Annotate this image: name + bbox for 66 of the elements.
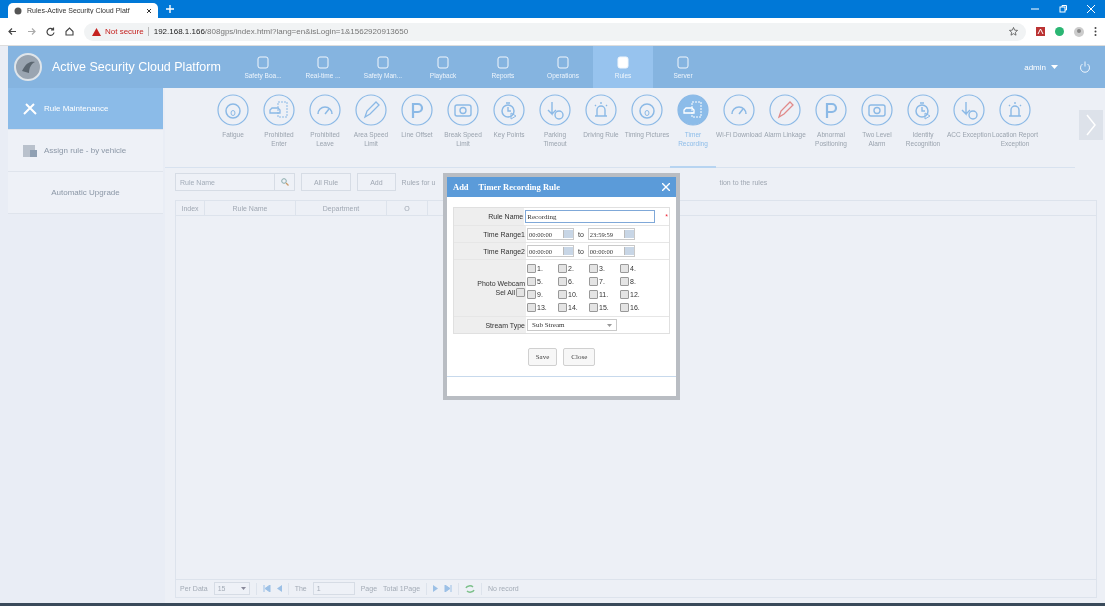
search-icon[interactable] [280, 178, 289, 186]
close-icon[interactable] [146, 7, 152, 14]
home-icon[interactable] [65, 27, 74, 36]
minimize-icon[interactable] [1031, 5, 1039, 13]
address-bar[interactable]: Not secure 192.168.1.166/808gps/index.html?lang=en&isLogin=1&1562920913650 [84, 22, 1026, 41]
previous-page-icon[interactable] [276, 585, 282, 592]
checkbox[interactable] [527, 303, 536, 312]
profile-avatar-icon[interactable] [1074, 26, 1084, 37]
checkbox[interactable] [620, 264, 629, 273]
checkbox[interactable] [558, 277, 567, 286]
dialog-title: Timer Recording Rule [478, 182, 560, 192]
forward-arrow-icon[interactable] [27, 27, 36, 36]
sidebar-item[interactable]: Automatic Upgrade [8, 172, 163, 214]
url-text: 192.168.1.166/808gps/index.html?lang=en&isLogin=1&1562920913650 [147, 27, 409, 36]
power-icon[interactable] [1079, 61, 1091, 73]
pdf-extension-icon[interactable] [1036, 27, 1045, 36]
checkbox[interactable] [527, 264, 536, 273]
security-label: Not secure [105, 27, 144, 36]
menu-icon[interactable] [1094, 27, 1097, 36]
checkbox[interactable] [527, 290, 536, 299]
checkbox[interactable] [620, 277, 629, 286]
next-page-icon[interactable] [433, 585, 439, 592]
chevron-right-icon[interactable] [1086, 114, 1096, 136]
checkbox[interactable] [527, 277, 536, 286]
checkbox[interactable] [589, 303, 598, 312]
nav-icon[interactable] [437, 55, 449, 69]
search-button[interactable] [275, 173, 295, 191]
nav-icon[interactable] [557, 55, 569, 69]
refresh-icon[interactable] [465, 584, 476, 593]
nav-icon[interactable] [617, 55, 629, 69]
caret-icon[interactable] [607, 323, 612, 327]
checkbox[interactable] [558, 290, 567, 299]
first-page-icon[interactable] [262, 585, 271, 592]
next-page-button[interactable] [1079, 110, 1103, 140]
logo-icon [14, 53, 42, 81]
checkbox[interactable] [558, 303, 567, 312]
restore-icon[interactable] [1059, 5, 1067, 13]
back-arrow-icon[interactable] [8, 27, 17, 36]
checkbox[interactable] [558, 264, 567, 273]
nav-icon[interactable] [317, 55, 329, 69]
checkbox[interactable] [620, 303, 629, 312]
checkbox[interactable] [589, 290, 598, 299]
vehicle-list-icon[interactable] [22, 143, 38, 158]
nav-icon[interactable] [677, 55, 689, 69]
reload-icon[interactable] [46, 27, 55, 36]
app-title: Active Security Cloud Platform [52, 60, 221, 74]
last-page-icon[interactable] [444, 585, 453, 592]
star-icon[interactable] [1009, 27, 1018, 36]
new-tab-icon[interactable] [166, 5, 174, 13]
checkbox[interactable] [589, 264, 598, 273]
checkbox[interactable] [589, 277, 598, 286]
caret-icon[interactable] [240, 587, 246, 590]
sidebar-item[interactable]: Assign rule - by vehicle [8, 130, 163, 172]
caret-icon[interactable] [1051, 65, 1058, 69]
sync-extension-icon[interactable] [1055, 27, 1064, 36]
tools-icon[interactable] [22, 101, 38, 116]
nav-icon[interactable] [257, 55, 269, 69]
sidebar-item[interactable]: Rule Maintenance [8, 88, 163, 130]
checkbox[interactable] [620, 290, 629, 299]
dialog-title-prefix: Add [453, 182, 469, 192]
checkbox[interactable] [516, 287, 525, 297]
nav-icon[interactable] [377, 55, 389, 69]
face-icon [217, 94, 249, 126]
user-menu[interactable]: admin [1024, 62, 1046, 72]
warning-icon [92, 27, 101, 36]
nav-icon[interactable] [497, 55, 509, 69]
